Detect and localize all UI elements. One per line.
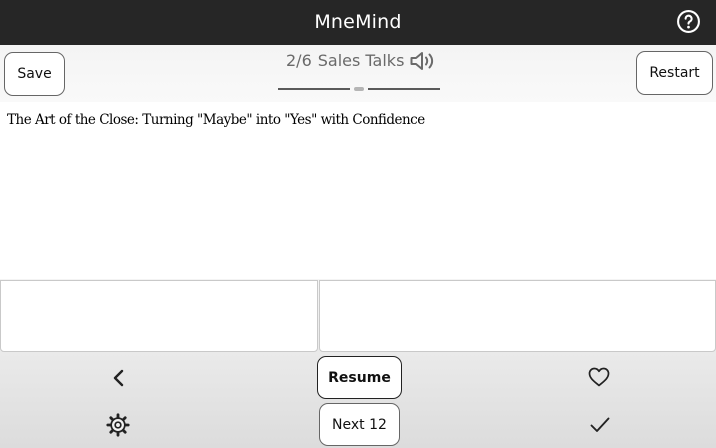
- slider-handle[interactable]: [354, 87, 364, 91]
- answer-panel-right: [319, 280, 716, 352]
- deck-progress: 2/6 Sales Talks: [286, 50, 404, 72]
- save-button[interactable]: Save: [4, 52, 65, 96]
- progress-counter: 2/6: [286, 51, 312, 70]
- resume-button[interactable]: Resume: [317, 356, 402, 399]
- help-icon[interactable]: [676, 9, 701, 34]
- check-icon[interactable]: [587, 412, 613, 438]
- app-title: MneMind: [314, 11, 402, 33]
- chevron-left-icon[interactable]: [106, 365, 132, 391]
- deck-name: Sales Talks: [317, 51, 405, 70]
- speaker-icon[interactable]: [409, 49, 437, 73]
- title-bar: MneMind: [0, 0, 716, 45]
- heart-icon[interactable]: [586, 364, 612, 390]
- card-question-text: The Art of the Close: Turning "Maybe" in…: [7, 112, 425, 128]
- slider-track-left: [278, 88, 350, 90]
- next-button[interactable]: Next 12: [319, 403, 400, 446]
- answer-panel-left: [0, 280, 318, 352]
- restart-button[interactable]: Restart: [636, 51, 713, 95]
- progress-slider[interactable]: [278, 84, 440, 94]
- slider-track-right: [368, 88, 440, 90]
- card-content: The Art of the Close: Turning "Maybe" in…: [0, 102, 716, 279]
- gear-icon[interactable]: [105, 412, 131, 438]
